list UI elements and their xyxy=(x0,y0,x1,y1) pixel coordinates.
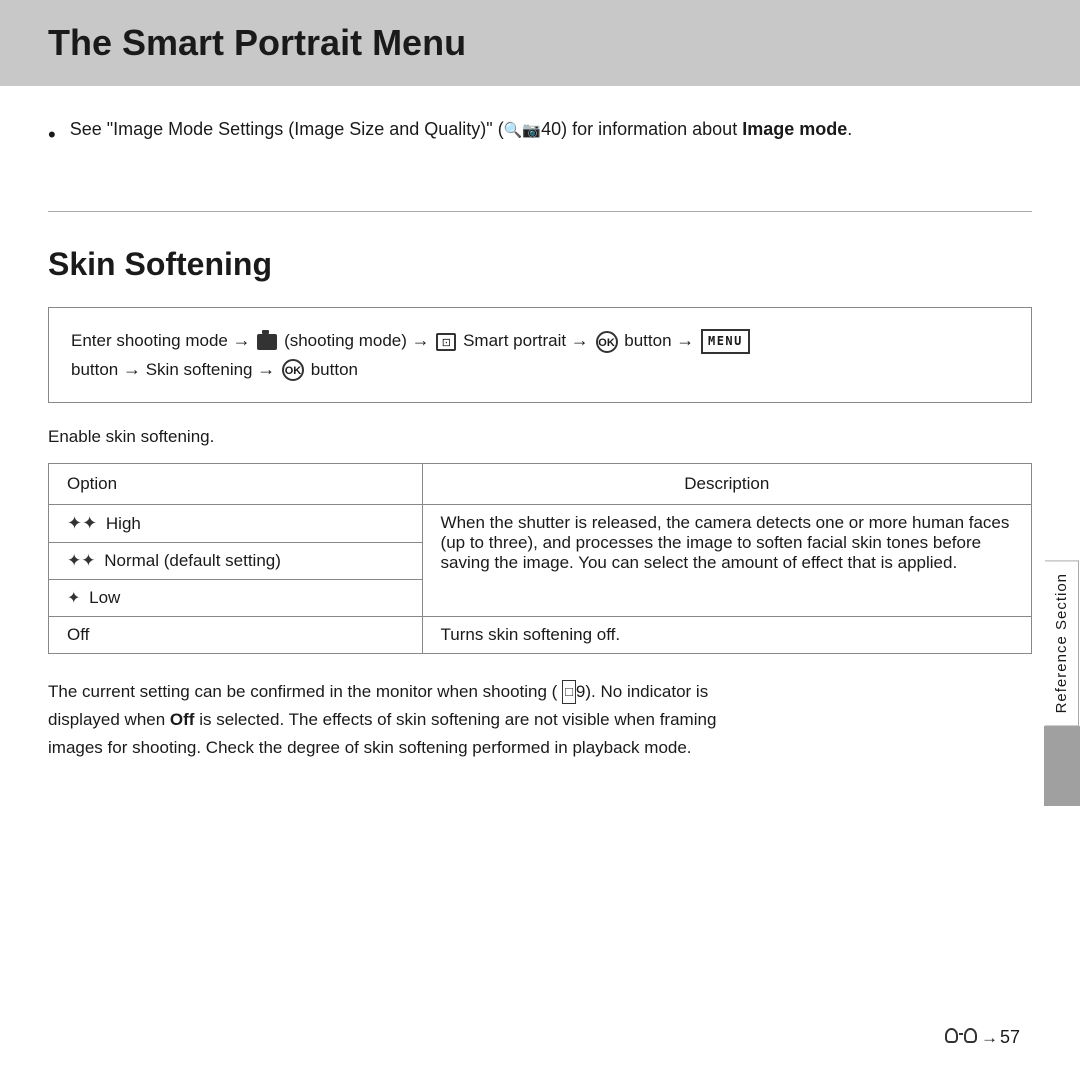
section-title: Skin Softening xyxy=(48,246,1032,283)
intro-section: • See "Image Mode Settings (Image Size a… xyxy=(0,86,1080,201)
bullet-icon: • xyxy=(48,118,56,151)
menu-icon: MENU xyxy=(701,329,750,354)
bottom-text: The current setting can be confirmed in … xyxy=(48,678,1032,762)
high-icon: ✦✦ xyxy=(67,513,97,533)
intro-text: See "Image Mode Settings (Image Size and… xyxy=(70,116,853,143)
enable-text: Enable skin softening. xyxy=(48,427,1032,447)
normal-icon: ✦✦ xyxy=(67,551,96,570)
description-main: When the shutter is released, the camera… xyxy=(422,504,1031,616)
reference-section-label: Reference Section xyxy=(1045,560,1079,726)
side-tab: Reference Section xyxy=(1044,560,1080,806)
monitor-icon: □ xyxy=(562,680,576,703)
option-low: ✦ Low xyxy=(49,579,423,616)
options-table: Option Description ✦✦ High When the shut… xyxy=(48,463,1032,654)
col-header-description: Description xyxy=(422,463,1031,504)
option-off: Off xyxy=(49,616,423,653)
option-high: ✦✦ High xyxy=(49,504,423,542)
side-tab-accent xyxy=(1044,726,1080,806)
intro-bullet: • See "Image Mode Settings (Image Size a… xyxy=(48,116,1032,151)
page-arrow: → xyxy=(981,1028,998,1048)
table-row: Off Turns skin softening off. xyxy=(49,616,1032,653)
camera-icon xyxy=(257,334,277,350)
footer-binoculars xyxy=(945,1028,977,1048)
instruction-box: Enter shooting mode → (shooting mode) → … xyxy=(48,307,1032,403)
col-header-option: Option xyxy=(49,463,423,504)
table-row: ✦✦ High When the shutter is released, th… xyxy=(49,504,1032,542)
page-number: 57 xyxy=(1000,1027,1020,1048)
description-off: Turns skin softening off. xyxy=(422,616,1031,653)
page-header: The Smart Portrait Menu xyxy=(0,0,1080,86)
portrait-icon: ⊡ xyxy=(436,333,456,351)
page-title: The Smart Portrait Menu xyxy=(48,22,1032,64)
page-container: The Smart Portrait Menu • See "Image Mod… xyxy=(0,0,1080,1080)
page-footer: → 57 xyxy=(945,1027,1020,1048)
instruction-text: Enter shooting mode → (shooting mode) → … xyxy=(71,331,752,379)
ok-icon-1: OK xyxy=(596,331,618,353)
skin-softening-section: Skin Softening Enter shooting mode → (sh… xyxy=(0,222,1080,762)
low-icon: ✦ xyxy=(67,590,80,607)
option-normal: ✦✦ Normal (default setting) xyxy=(49,542,423,579)
section-divider xyxy=(48,211,1032,212)
ok-icon-2: OK xyxy=(282,359,304,381)
